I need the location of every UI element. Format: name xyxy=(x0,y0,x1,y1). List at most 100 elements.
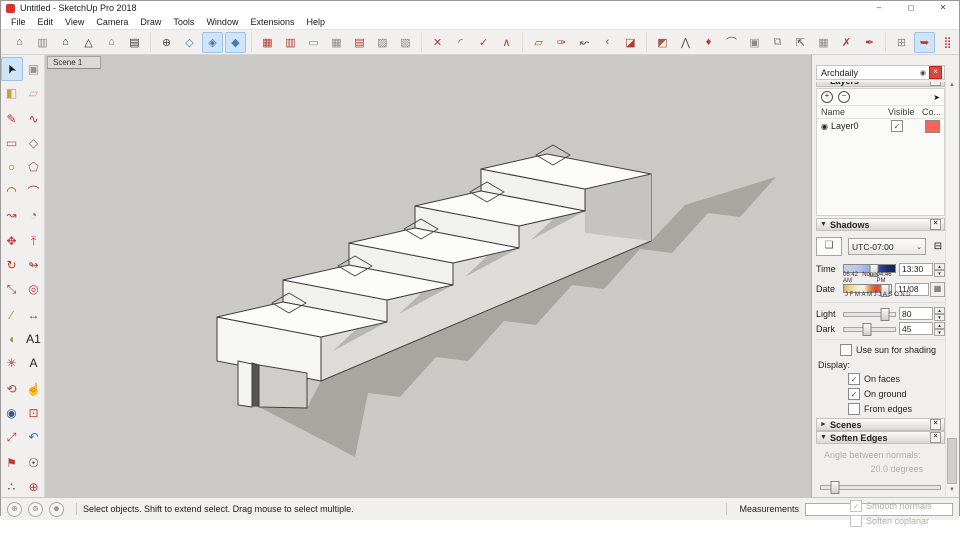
date-slider[interactable]: JFMAMJJASOND xyxy=(843,283,892,296)
photo-frames-icon[interactable]: ▦ xyxy=(813,32,834,53)
display-option-row[interactable]: ✓On faces xyxy=(848,373,945,385)
move-tool-icon[interactable]: ✥ xyxy=(1,229,23,253)
extension-grid-icon[interactable]: ▦ xyxy=(326,32,347,53)
light-slider[interactable] xyxy=(843,307,896,320)
zoom-tool-icon[interactable]: ◉ xyxy=(1,401,23,425)
time-stepper[interactable]: ▲ ▼ xyxy=(934,263,945,276)
light-stepper[interactable]: ▲ ▼ xyxy=(934,307,945,320)
extension-picket-icon[interactable]: ▥ xyxy=(280,32,301,53)
shadows-close-icon[interactable]: × xyxy=(930,219,941,230)
shadows-panel-header[interactable]: ▼ Shadows × xyxy=(816,218,945,231)
paint-bucket-icon[interactable]: ◧ xyxy=(1,81,23,105)
freehand-icon[interactable]: ∿ xyxy=(23,107,45,131)
offset-tool-icon[interactable]: ◎ xyxy=(23,277,45,301)
dark-stepper[interactable]: ▲ ▼ xyxy=(934,322,945,335)
menu-camera[interactable]: Camera xyxy=(90,17,134,27)
camera-back-icon[interactable]: ▥ xyxy=(32,32,53,53)
layer-visible-checkbox[interactable]: ✓ xyxy=(891,120,903,132)
previous-view-icon[interactable]: ↶ xyxy=(23,425,45,449)
dark-input[interactable]: 45 xyxy=(899,322,933,335)
time-input[interactable]: 13:30 xyxy=(899,263,933,276)
curve-icon[interactable]: ↝ xyxy=(1,203,23,227)
camera-iso-icon[interactable]: ⌂ xyxy=(9,32,30,53)
arc-icon[interactable]: ◠ xyxy=(1,179,23,203)
remove-layer-button[interactable]: − xyxy=(838,91,850,103)
look-around-icon[interactable]: ☉ xyxy=(23,451,45,475)
pin-icon[interactable]: ◉ xyxy=(920,69,926,77)
spin-up-icon[interactable]: ▲ xyxy=(934,322,945,329)
select-tool-icon[interactable]: ➤ xyxy=(1,57,23,81)
menu-window[interactable]: Window xyxy=(200,17,244,27)
material-tool-icon[interactable]: ◩ xyxy=(652,32,673,53)
spin-down-icon[interactable]: ▼ xyxy=(934,270,945,277)
extension-rail-icon[interactable]: ▤ xyxy=(349,32,370,53)
claim-credit-icon[interactable]: ⊚ xyxy=(28,502,43,517)
axes-tool-icon[interactable]: ✳ xyxy=(1,351,23,375)
add-location-icon[interactable]: ⊕ xyxy=(23,475,45,499)
menu-draw[interactable]: Draw xyxy=(134,17,167,27)
spin-down-icon[interactable]: ▼ xyxy=(934,329,945,336)
compass-tool-icon[interactable]: ⋀ xyxy=(675,32,696,53)
pin-tool-icon[interactable]: ✗ xyxy=(836,32,857,53)
display-option-checkbox[interactable] xyxy=(848,403,860,415)
orbit-tool-icon[interactable]: ⟲ xyxy=(1,377,23,401)
section-plane-icon[interactable]: ◇ xyxy=(179,32,200,53)
tape-measure-icon[interactable]: ∕ xyxy=(1,303,23,327)
soften-edges-panel-header[interactable]: ▼ Soften Edges × xyxy=(816,431,945,444)
section-fill-icon[interactable]: ◆ xyxy=(225,32,246,53)
collapse-arrow-icon[interactable]: ▼ xyxy=(820,82,827,84)
display-option-row[interactable]: From edges xyxy=(848,403,945,415)
circle-icon[interactable]: ○ xyxy=(1,155,23,179)
soften-option-checkbox[interactable]: ✓ xyxy=(850,500,862,512)
camera-top-icon[interactable]: △ xyxy=(78,32,99,53)
tray-scrollbar[interactable]: ▲ ▼ xyxy=(945,80,958,496)
menu-extensions[interactable]: Extensions xyxy=(244,17,300,27)
shadow-display-icon[interactable]: ⊟ xyxy=(931,241,945,252)
dark-slider[interactable] xyxy=(843,322,896,335)
scene-tab[interactable]: Scene 1 xyxy=(47,56,101,69)
pages-tool-icon[interactable]: ⧉ xyxy=(767,32,788,53)
maximize-button[interactable]: ◻ xyxy=(895,1,927,15)
line-tool-icon[interactable]: ✎ xyxy=(1,107,23,131)
timezone-dropdown[interactable]: UTC-07:00 ⌄ xyxy=(848,238,926,255)
display-option-checkbox[interactable]: ✓ xyxy=(848,373,860,385)
minimize-button[interactable]: – xyxy=(863,1,895,15)
spin-up-icon[interactable]: ▲ xyxy=(934,307,945,314)
text-tool-icon[interactable]: A1 xyxy=(23,327,45,351)
gears-icon[interactable]: ⊞ xyxy=(891,32,912,53)
arc-select-icon[interactable]: ◜ xyxy=(450,32,471,53)
position-camera-icon[interactable]: ⚑ xyxy=(1,451,23,475)
curve-check-icon[interactable]: ✓ xyxy=(473,32,494,53)
add-layer-button[interactable]: + xyxy=(821,91,833,103)
box-tool-icon[interactable]: ▣ xyxy=(744,32,765,53)
scenes-close-icon[interactable]: × xyxy=(930,419,941,430)
spin-down-icon[interactable]: ▼ xyxy=(934,314,945,321)
camera-right-icon[interactable]: ▤ xyxy=(124,32,145,53)
polygon-icon[interactable]: ⬠ xyxy=(23,155,45,179)
soften-slider[interactable] xyxy=(820,480,941,492)
current-layer-radio[interactable]: ◉ xyxy=(821,122,828,131)
camera-front-icon[interactable]: ⌂ xyxy=(55,32,76,53)
walk-tool-icon[interactable]: ∴ xyxy=(1,475,23,499)
pen-tool-icon[interactable]: ✒ xyxy=(859,32,880,53)
soften-option-row[interactable]: Soften coplanar xyxy=(850,515,943,527)
push-pull-icon[interactable]: ⤒ xyxy=(23,229,45,253)
angle-tool-icon[interactable]: ∧ xyxy=(496,32,517,53)
camera-left-icon[interactable]: ⌂ xyxy=(101,32,122,53)
layer-details-icon[interactable]: ➤ xyxy=(933,93,940,102)
scale-tool-icon[interactable]: ⤡ xyxy=(1,277,23,301)
extension-hatch2-icon[interactable]: ▧ xyxy=(395,32,416,53)
menu-help[interactable]: Help xyxy=(300,17,331,27)
select-frame-icon[interactable]: ⇱ xyxy=(790,32,811,53)
scenes-panel-header[interactable]: ► Scenes × xyxy=(816,418,945,431)
plane-tool-icon[interactable]: ◪ xyxy=(620,32,641,53)
make-component-icon[interactable]: ▣ xyxy=(23,57,45,81)
walkthrough-icon[interactable]: ⊕ xyxy=(156,32,177,53)
zoom-window-icon[interactable]: ⊡ xyxy=(23,401,45,425)
dome-tool-icon[interactable]: ⌒ xyxy=(721,32,742,53)
geolocation-icon[interactable]: ⊕ xyxy=(7,502,22,517)
rotate-tool-icon[interactable]: ↻ xyxy=(1,253,23,277)
tray-close-button[interactable]: × xyxy=(929,66,942,79)
toggle-shadows-button[interactable]: ❏ xyxy=(816,237,842,256)
light-input[interactable]: 80 xyxy=(899,307,933,320)
